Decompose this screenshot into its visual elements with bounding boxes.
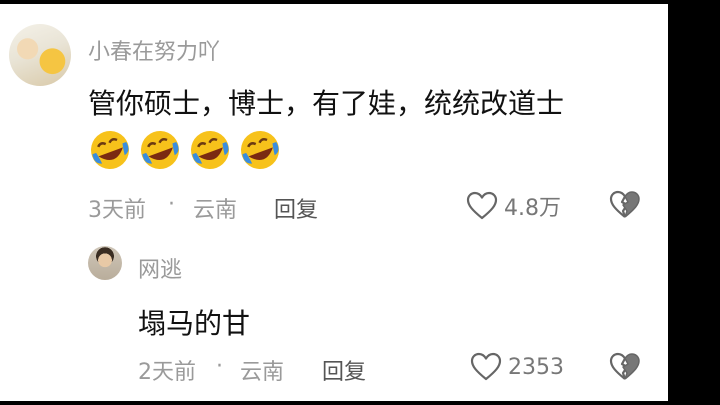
- comment-text: 管你硕士，博士，有了娃，统统改道士: [88, 87, 565, 120]
- reply-button[interactable]: 回复: [322, 354, 366, 386]
- rofl-emoji-icon: [91, 131, 129, 169]
- meta-separator: ·: [216, 354, 223, 379]
- like-count: 2353: [508, 354, 564, 380]
- emoji-row: [88, 128, 282, 172]
- meta-separator: ·: [168, 192, 175, 217]
- like-button[interactable]: 4.8万: [466, 190, 561, 222]
- avatar[interactable]: [9, 24, 71, 86]
- letterbox-bar: [668, 0, 720, 405]
- reply-text: 塌马的甘: [138, 307, 251, 340]
- comment-list: 小春在努力吖 管你硕士，博士，有了娃，统统改道士 3天前 · 云南 回复 4.8…: [0, 4, 668, 401]
- broken-heart-icon[interactable]: [609, 352, 641, 382]
- like-button[interactable]: 2353: [470, 352, 564, 382]
- reply-button[interactable]: 回复: [274, 192, 318, 224]
- comment-time: 3天前: [88, 198, 146, 223]
- rofl-emoji-icon: [241, 131, 279, 169]
- rofl-emoji-icon: [191, 131, 229, 169]
- broken-heart-icon[interactable]: [609, 190, 641, 220]
- comment-location: 云南: [193, 198, 238, 223]
- reply-avatar[interactable]: [88, 246, 122, 280]
- reply-location: 云南: [240, 360, 285, 385]
- heart-outline-icon: [466, 191, 498, 220]
- reply-time: 2天前: [138, 360, 196, 385]
- reply-username[interactable]: 网逃: [138, 252, 182, 284]
- comment-username[interactable]: 小春在努力吖: [88, 34, 220, 66]
- like-count: 4.8万: [504, 196, 561, 221]
- heart-outline-icon: [470, 352, 502, 381]
- rofl-emoji-icon: [141, 131, 179, 169]
